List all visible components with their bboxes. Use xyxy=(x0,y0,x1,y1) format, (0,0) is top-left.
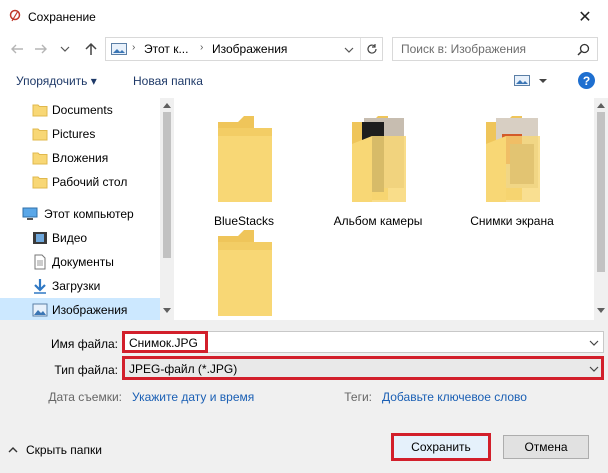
folder-tile-camera-roll[interactable]: Альбом камеры xyxy=(318,108,438,228)
breadcrumb-pictures[interactable]: Изображения xyxy=(212,42,287,56)
folder-tile-bluestacks[interactable]: BlueStacks xyxy=(184,108,304,228)
folder-icon xyxy=(218,116,272,202)
filename-highlight xyxy=(122,331,208,353)
title-bar: Сохранение ✕ xyxy=(0,0,608,34)
sidebar-item-label: Загрузки xyxy=(52,279,101,293)
filetype-highlight xyxy=(122,356,604,380)
sidebar-scrollbar[interactable] xyxy=(160,98,174,320)
back-arrow-icon xyxy=(11,44,23,54)
sidebar-item-label: Документы xyxy=(52,255,114,269)
folder-tile-screenshots[interactable]: Снимки экрана xyxy=(452,108,572,228)
recent-locations-button[interactable] xyxy=(56,40,74,58)
sidebar-item-attachments[interactable]: Вложения xyxy=(0,146,160,170)
organize-button[interactable]: Упорядочить ▾ xyxy=(16,74,97,88)
scrollbar-thumb[interactable] xyxy=(163,112,171,258)
sidebar-item-label: Вложения xyxy=(52,151,109,165)
breadcrumb-this-pc[interactable]: Этот к... xyxy=(144,42,188,56)
sidebar-item-documents[interactable]: Documents xyxy=(0,98,160,122)
app-icon xyxy=(9,9,21,22)
view-icon xyxy=(514,75,547,86)
sidebar-item-desktop[interactable]: Рабочий стол xyxy=(0,170,160,194)
folder-icon xyxy=(32,176,48,189)
window-title: Сохранение xyxy=(28,10,96,24)
refresh-icon[interactable] xyxy=(366,43,378,55)
date-label: Дата съемки: xyxy=(48,390,122,404)
close-button[interactable]: ✕ xyxy=(562,0,608,34)
folder-name: Альбом камеры xyxy=(333,214,423,228)
navigation-pane: Documents Pictures Вложения Рабочий стол… xyxy=(0,98,174,320)
video-icon xyxy=(33,232,47,244)
toolbar: Упорядочить ▾ Новая папка ? xyxy=(0,64,608,98)
sidebar-item-label: Этот компьютер xyxy=(44,207,134,221)
documents-icon xyxy=(34,254,46,270)
sidebar-item-videos[interactable]: Видео xyxy=(0,226,160,250)
search-placeholder: Поиск в: Изображения xyxy=(401,42,527,56)
scroll-up-icon[interactable] xyxy=(597,102,605,108)
scroll-down-icon[interactable] xyxy=(597,308,605,314)
pictures-icon xyxy=(32,303,48,317)
chevron-up-icon xyxy=(8,447,18,453)
sidebar-item-downloads[interactable]: Загрузки xyxy=(0,274,160,298)
cancel-button[interactable]: Отмена xyxy=(503,435,589,459)
forward-button[interactable] xyxy=(32,40,50,58)
view-options-button[interactable] xyxy=(514,74,550,90)
tags-link[interactable]: Добавьте ключевое слово xyxy=(382,390,527,404)
scroll-down-icon[interactable] xyxy=(163,308,171,314)
sidebar-item-documents-lib[interactable]: Документы xyxy=(0,250,160,274)
forward-arrow-icon xyxy=(35,44,47,54)
help-button[interactable]: ? xyxy=(578,72,595,89)
folder-icon xyxy=(218,230,272,316)
save-highlight xyxy=(391,433,491,461)
sidebar-item-pictures[interactable]: Pictures xyxy=(0,122,160,146)
file-list-scrollbar[interactable] xyxy=(594,98,608,320)
computer-icon xyxy=(22,207,38,220)
download-icon xyxy=(34,279,46,294)
sidebar-item-label: Pictures xyxy=(52,127,96,141)
help-icon: ? xyxy=(582,73,591,88)
sidebar-item-pictures-lib[interactable]: Изображения xyxy=(0,298,160,320)
date-link[interactable]: Укажите дату и время xyxy=(132,390,254,404)
cancel-button-label: Отмена xyxy=(524,440,568,454)
sidebar-item-label: Рабочий стол xyxy=(52,175,128,189)
hide-folders-label: Скрыть папки xyxy=(26,443,102,457)
sidebar-item-label: Documents xyxy=(52,103,113,117)
hide-folders-toggle[interactable]: Скрыть папки xyxy=(8,443,102,457)
folder-tile-unnamed[interactable] xyxy=(184,222,304,332)
filetype-label: Тип файла: xyxy=(54,363,118,377)
up-arrow-icon xyxy=(85,42,97,55)
breadcrumb-separator-icon: › xyxy=(200,42,204,53)
breadcrumb-separator-icon: › xyxy=(132,42,136,53)
folder-icon xyxy=(32,104,48,117)
navigation-bar: › Этот к... › Изображения Поиск в: Изобр… xyxy=(0,34,608,64)
scroll-up-icon[interactable] xyxy=(163,102,171,108)
pictures-library-icon xyxy=(111,43,127,55)
sidebar-item-this-pc[interactable]: Этот компьютер xyxy=(0,202,160,226)
address-bar[interactable]: › Этот к... › Изображения xyxy=(105,37,383,61)
filename-label: Имя файла: xyxy=(51,337,118,351)
search-box[interactable]: Поиск в: Изображения xyxy=(392,37,598,61)
folder-photo-icon xyxy=(486,116,540,202)
chevron-down-icon[interactable] xyxy=(344,46,354,54)
sidebar-item-label: Видео xyxy=(52,231,88,245)
scrollbar-thumb[interactable] xyxy=(597,112,605,272)
close-icon: ✕ xyxy=(578,9,592,26)
divider xyxy=(360,38,361,60)
tags-label: Теги: xyxy=(344,390,372,404)
folder-photo-icon xyxy=(352,116,406,202)
folder-name: Снимки экрана xyxy=(470,214,554,228)
new-folder-button[interactable]: Новая папка xyxy=(133,74,203,88)
folder-icon xyxy=(32,128,48,141)
sidebar-item-label: Изображения xyxy=(52,303,128,317)
back-button[interactable] xyxy=(8,40,26,58)
search-icon[interactable] xyxy=(577,43,590,56)
chevron-down-icon[interactable] xyxy=(589,340,599,347)
file-list: BlueStacks Альбом камеры Снимки экрана xyxy=(174,98,594,320)
chevron-down-icon xyxy=(60,46,70,52)
up-button[interactable] xyxy=(82,40,100,58)
folder-icon xyxy=(32,152,48,165)
